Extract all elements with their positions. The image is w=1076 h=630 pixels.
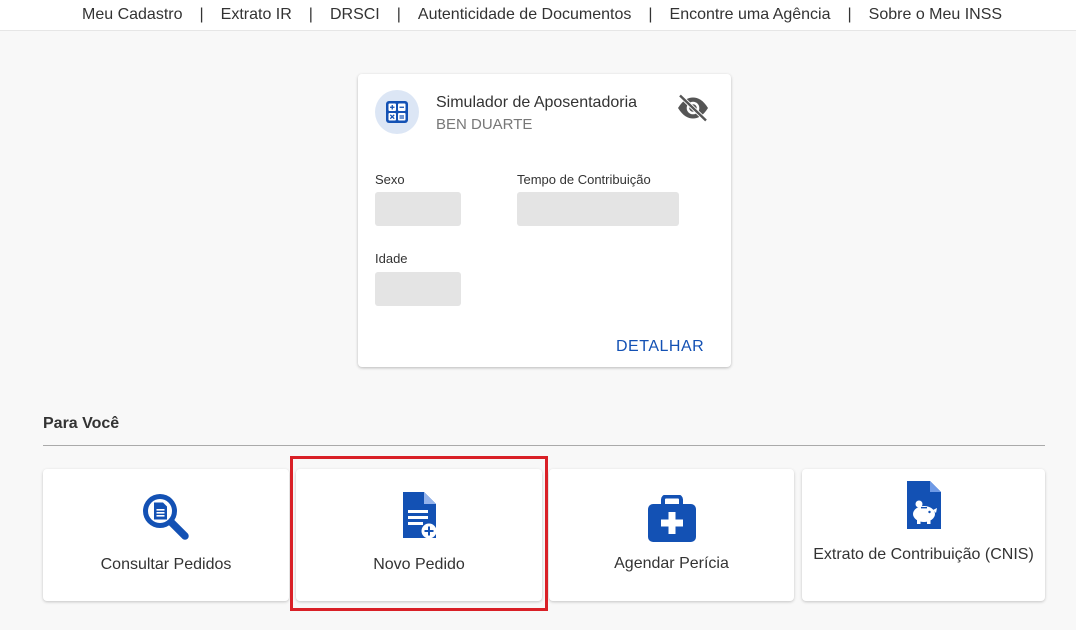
- tile-extrato-contribuicao-cnis[interactable]: Extrato de Contribuição (CNIS): [802, 469, 1045, 601]
- nav-link-sobre-meu-inss[interactable]: Sobre o Meu INSS: [869, 6, 1002, 24]
- nav-link-encontre-agencia[interactable]: Encontre uma Agência: [670, 6, 831, 24]
- simulator-user-name: BEN DUARTE: [436, 116, 533, 133]
- nav-link-autenticidade-documentos[interactable]: Autenticidade de Documentos: [418, 6, 631, 24]
- tile-label: Agendar Perícia: [614, 555, 729, 572]
- nav-separator: |: [648, 6, 653, 23]
- document-search-icon: [141, 492, 191, 542]
- top-navigation: Meu Cadastro | Extrato IR | DRSCI | Aute…: [0, 0, 1076, 31]
- calculator-icon: [375, 90, 419, 134]
- idade-label: Idade: [375, 251, 408, 266]
- sexo-value-placeholder: [375, 192, 461, 226]
- tile-label: Consultar Pedidos: [100, 556, 232, 573]
- tempo-contribuicao-label: Tempo de Contribuição: [517, 172, 651, 187]
- nav-link-meu-cadastro[interactable]: Meu Cadastro: [82, 6, 183, 24]
- medical-kit-icon: [647, 494, 697, 543]
- tempo-contribuicao-value-placeholder: [517, 192, 679, 226]
- tile-agendar-pericia[interactable]: Agendar Perícia: [549, 469, 794, 601]
- detalhar-link[interactable]: DETALHAR: [616, 338, 704, 356]
- nav-separator: |: [847, 6, 852, 23]
- nav-link-extrato-ir[interactable]: Extrato IR: [221, 6, 292, 24]
- nav-link-drsci[interactable]: DRSCI: [330, 6, 380, 24]
- eye-off-icon[interactable]: [676, 93, 710, 123]
- document-add-icon: [399, 491, 439, 541]
- sexo-label: Sexo: [375, 172, 405, 187]
- simulator-title: Simulador de Aposentadoria: [436, 94, 638, 111]
- simulator-card: Simulador de Aposentadoria BEN DUARTE Se…: [358, 74, 731, 367]
- nav-separator: |: [396, 6, 401, 23]
- tile-novo-pedido[interactable]: Novo Pedido: [296, 469, 542, 601]
- nav-separator: |: [308, 6, 313, 23]
- tile-label: Novo Pedido: [373, 556, 465, 573]
- section-title-para-voce: Para Você: [43, 415, 120, 432]
- tile-consultar-pedidos[interactable]: Consultar Pedidos: [43, 469, 289, 601]
- idade-value-placeholder: [375, 272, 461, 306]
- section-divider: [43, 445, 1045, 446]
- tile-label: Extrato de Contribuição (CNIS): [813, 546, 1034, 563]
- document-piggy-bank-icon: [905, 480, 943, 530]
- nav-separator: |: [199, 6, 204, 23]
